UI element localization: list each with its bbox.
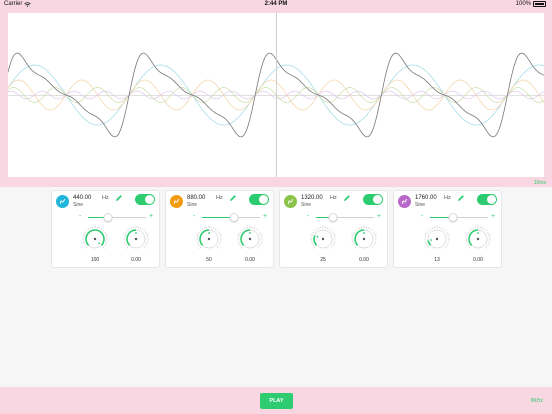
- toggle-knob: [487, 195, 496, 204]
- frequency-unit: Hz: [102, 195, 109, 201]
- frequency-slider[interactable]: [202, 213, 260, 222]
- slider-handle[interactable]: [328, 213, 338, 222]
- battery-indicator: 100%: [516, 1, 546, 7]
- oscillator-card: 1320.00 Sine Hz - + 25 0.00: [279, 190, 388, 268]
- pencil-icon[interactable]: [115, 194, 123, 202]
- knob-dial: [196, 225, 222, 249]
- scope-divider: [276, 13, 277, 177]
- phase-knob[interactable]: [464, 225, 492, 253]
- oscillator-enable-toggle[interactable]: [249, 194, 269, 205]
- decrease-button[interactable]: -: [307, 213, 309, 220]
- frequency-value[interactable]: 880.00: [187, 195, 205, 201]
- increase-button[interactable]: +: [491, 213, 495, 220]
- increase-button[interactable]: +: [263, 213, 267, 220]
- frequency-value[interactable]: 1760.00: [415, 195, 437, 201]
- increase-button[interactable]: +: [149, 213, 153, 220]
- play-button[interactable]: PLAY: [260, 393, 293, 409]
- sine-wave-icon: [402, 199, 407, 204]
- sample-rate-button[interactable]: 8KHz: [531, 398, 543, 404]
- waveform-select-button[interactable]: [284, 195, 297, 208]
- increase-button[interactable]: +: [377, 213, 381, 220]
- slider-handle[interactable]: [229, 213, 239, 222]
- frequency-value[interactable]: 440.00: [73, 195, 91, 201]
- waveform-name: Sine: [301, 202, 312, 208]
- phase-value: 0.00: [245, 257, 255, 263]
- amplitude-knob[interactable]: [423, 225, 451, 253]
- battery-percent: 100%: [515, 1, 531, 7]
- knob-dial: [82, 225, 108, 249]
- phase-value: 0.00: [473, 257, 483, 263]
- knob-dial: [237, 225, 263, 249]
- knob-dial: [465, 225, 491, 249]
- amplitude-knob[interactable]: [195, 225, 223, 253]
- waveform-select-button[interactable]: [56, 195, 69, 208]
- phase-knob[interactable]: [350, 225, 378, 253]
- frequency-unit: Hz: [330, 195, 337, 201]
- amplitude-value: 100: [90, 257, 100, 263]
- amplitude-knob[interactable]: [81, 225, 109, 253]
- oscillator-enable-toggle[interactable]: [477, 194, 497, 205]
- status-bar: Carrier 2:44 PM 100%: [0, 0, 552, 10]
- knob-dial: [123, 225, 149, 249]
- sine-wave-icon: [174, 199, 179, 204]
- frequency-unit: Hz: [216, 195, 223, 201]
- toggle-knob: [145, 195, 154, 204]
- decrease-button[interactable]: -: [421, 213, 423, 220]
- time-scale-label: 10ms: [533, 180, 546, 186]
- phase-value: 0.00: [359, 257, 369, 263]
- decrease-button[interactable]: -: [79, 213, 81, 220]
- frequency-slider[interactable]: [88, 213, 146, 222]
- pencil-icon[interactable]: [343, 194, 351, 202]
- oscilloscope-panel: 10ms: [0, 10, 552, 187]
- slider-handle[interactable]: [448, 213, 458, 222]
- decrease-button[interactable]: -: [193, 213, 195, 220]
- bottom-toolbar: PLAY 8KHz: [0, 387, 552, 414]
- frequency-slider[interactable]: [316, 213, 374, 222]
- toggle-knob: [373, 195, 382, 204]
- pencil-icon[interactable]: [457, 194, 465, 202]
- frequency-unit: Hz: [444, 195, 451, 201]
- battery-icon: [533, 1, 546, 7]
- oscillator-enable-toggle[interactable]: [363, 194, 383, 205]
- oscillator-enable-toggle[interactable]: [135, 194, 155, 205]
- phase-knob[interactable]: [122, 225, 150, 253]
- amplitude-knob[interactable]: [309, 225, 337, 253]
- waveform-select-button[interactable]: [170, 195, 183, 208]
- pencil-icon[interactable]: [229, 194, 237, 202]
- phase-knob[interactable]: [236, 225, 264, 253]
- knob-dial: [351, 225, 377, 249]
- sine-wave-icon: [60, 199, 65, 204]
- oscilloscope: [8, 13, 544, 177]
- amplitude-value: 13: [434, 257, 440, 263]
- slider-handle[interactable]: [103, 213, 113, 222]
- frequency-value[interactable]: 1320.00: [301, 195, 323, 201]
- frequency-slider[interactable]: [430, 213, 488, 222]
- amplitude-value: 50: [206, 257, 212, 263]
- waveform-select-button[interactable]: [398, 195, 411, 208]
- oscillator-card: 880.00 Sine Hz - + 50 0.00: [165, 190, 274, 268]
- knob-dial: [310, 225, 336, 249]
- sine-wave-icon: [288, 199, 293, 204]
- amplitude-value: 25: [320, 257, 326, 263]
- oscillator-card: 440.00 Sine Hz - + 100 0.00: [51, 190, 160, 268]
- waveform-name: Sine: [415, 202, 426, 208]
- waveform-name: Sine: [187, 202, 198, 208]
- phase-value: 0.00: [131, 257, 141, 263]
- toggle-knob: [259, 195, 268, 204]
- waveform-name: Sine: [73, 202, 84, 208]
- knob-dial: [424, 225, 450, 249]
- oscillator-card: 1760.00 Sine Hz - + 13 0.00: [393, 190, 502, 268]
- status-time: 2:44 PM: [264, 1, 288, 7]
- oscillator-cards: 440.00 Sine Hz - + 100 0.00 880.00 Sine …: [51, 190, 502, 268]
